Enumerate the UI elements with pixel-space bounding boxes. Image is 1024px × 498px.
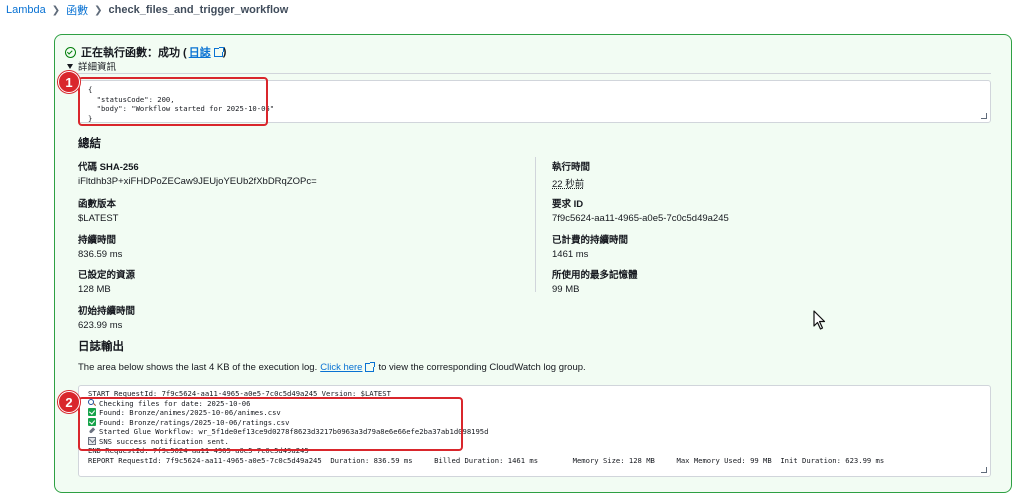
breadcrumb-chevron-icon: ❯ bbox=[94, 4, 103, 16]
field-configured-resources: 已設定的資源 128 MB bbox=[78, 267, 498, 295]
annotation-highlight-log bbox=[78, 397, 463, 451]
field-value: 128 MB bbox=[78, 284, 111, 295]
field-code-sha: 代碼 SHA-256 iFltdhb3P+xiFHDPoZECaw9JEUjoY… bbox=[78, 159, 498, 187]
breadcrumb-functions-link[interactable]: 函數 bbox=[66, 2, 88, 18]
field-label: 函數版本 bbox=[78, 199, 117, 210]
field-value[interactable]: 22 秒前 bbox=[552, 176, 972, 190]
field-value: 623.99 ms bbox=[78, 320, 123, 331]
breadcrumb-lambda-link[interactable]: Lambda bbox=[6, 4, 46, 16]
field-label: 所使用的最多記憶體 bbox=[552, 270, 638, 281]
field-value: 99 MB bbox=[552, 284, 580, 295]
field-execution-time: 執行時間 22 秒前 bbox=[552, 159, 972, 190]
field-value: 7f9c5624-aa11-4965-a0e5-7c0c5d49a245 bbox=[552, 213, 729, 224]
field-init-duration: 初始持續時間 623.99 ms bbox=[78, 303, 498, 331]
breadcrumb-current: check_files_and_trigger_workflow bbox=[108, 4, 289, 16]
logs-link[interactable]: 日誌 bbox=[189, 44, 211, 60]
details-toggle[interactable]: 詳細資訊 bbox=[67, 59, 116, 73]
field-max-memory: 所使用的最多記憶體 99 MB bbox=[552, 267, 972, 295]
field-label: 已計費的持續時間 bbox=[552, 235, 629, 246]
field-label: 初始持續時間 bbox=[78, 306, 136, 317]
resize-handle-icon[interactable] bbox=[981, 467, 987, 473]
breadcrumb-chevron-icon: ❯ bbox=[51, 4, 61, 16]
log-line: REPORT RequestId: 7f9c5624-aa11-4965-a0e… bbox=[88, 455, 885, 465]
field-request-id: 要求 ID 7f9c5624-aa11-4965-a0e5-7c0c5d49a2… bbox=[552, 196, 972, 224]
breadcrumb: Lambda ❯ 函數 ❯ check_files_and_trigger_wo… bbox=[6, 2, 288, 18]
log-output-title: 日誌輸出 bbox=[78, 341, 124, 353]
log-desc-text: to view the corresponding CloudWatch log… bbox=[378, 362, 586, 373]
annotation-badge-1: 1 bbox=[58, 71, 80, 93]
field-billed-duration: 已計費的持續時間 1461 ms bbox=[552, 232, 972, 260]
field-label: 已設定的資源 bbox=[78, 270, 136, 281]
external-link-icon[interactable] bbox=[365, 362, 376, 372]
details-divider bbox=[67, 73, 991, 74]
field-duration: 持續時間 836.59 ms bbox=[78, 232, 498, 260]
field-label: 執行時間 bbox=[552, 162, 591, 173]
annotation-highlight-response bbox=[78, 77, 268, 126]
log-desc-text: The area below shows the last 4 KB of th… bbox=[78, 362, 318, 373]
field-value: 1461 ms bbox=[552, 249, 589, 260]
field-value: $LATEST bbox=[78, 213, 119, 224]
summary-column-divider bbox=[535, 157, 536, 292]
field-label: 代碼 SHA-256 bbox=[78, 162, 139, 173]
field-label: 要求 ID bbox=[552, 199, 584, 210]
field-value: iFltdhb3P+xiFHDPoZECaw9JEUjoYEUb2fXbDRqZ… bbox=[78, 176, 317, 187]
caret-down-icon bbox=[67, 63, 73, 69]
details-toggle-label: 詳細資訊 bbox=[78, 62, 117, 73]
log-output-description: The area below shows the last 4 KB of th… bbox=[78, 362, 586, 373]
field-label: 持續時間 bbox=[78, 235, 117, 246]
resize-handle-icon[interactable] bbox=[981, 113, 987, 119]
success-check-icon bbox=[65, 46, 76, 58]
cloudwatch-click-here-link[interactable]: Click here bbox=[320, 362, 362, 373]
annotation-badge-2: 2 bbox=[58, 391, 80, 413]
execution-status: 正在執行函數：成功 ( 日誌 ) bbox=[65, 44, 226, 60]
mouse-pointer-icon bbox=[813, 310, 826, 330]
external-link-icon[interactable] bbox=[213, 46, 224, 57]
summary-title: 總結 bbox=[78, 138, 101, 150]
status-text: 正在執行函數：成功 ( bbox=[81, 47, 187, 59]
field-value: 836.59 ms bbox=[78, 249, 123, 260]
field-function-version: 函數版本 $LATEST bbox=[78, 196, 498, 224]
